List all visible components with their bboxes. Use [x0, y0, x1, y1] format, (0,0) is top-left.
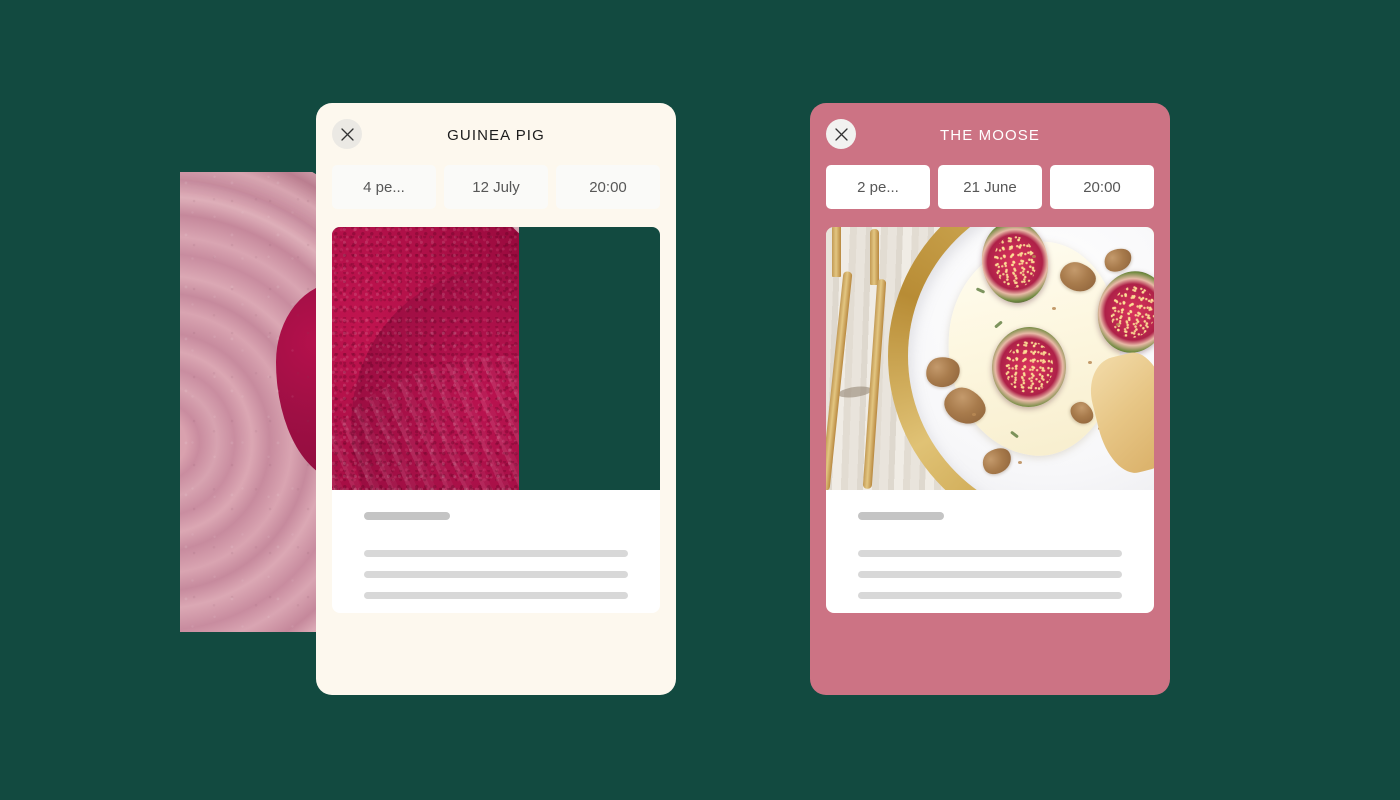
fig-seeds: [1003, 339, 1055, 395]
date-selector[interactable]: 21 June: [938, 165, 1042, 209]
skeleton-line: [858, 592, 1122, 599]
content-skeleton: [332, 490, 660, 613]
party-size-selector[interactable]: 4 pe...: [332, 165, 436, 209]
page-title: THE MOOSE: [940, 127, 1040, 144]
fig-cheese-photo: [826, 227, 1154, 490]
walnut-crumb: [1052, 307, 1056, 310]
reservation-filters: 4 pe... 12 July 20:00: [316, 165, 676, 209]
booking-card-the-moose: THE MOOSE 2 pe... 21 June 20:00: [810, 103, 1170, 695]
time-selector[interactable]: 20:00: [556, 165, 660, 209]
date-selector[interactable]: 12 July: [444, 165, 548, 209]
hero-image: [826, 227, 1154, 490]
app-canvas: GUINEA PIG 4 pe... 12 July 20:00 THE MOO…: [0, 0, 1400, 800]
page-title: GUINEA PIG: [447, 127, 545, 144]
time-selector[interactable]: 20:00: [1050, 165, 1154, 209]
skeleton-line: [364, 571, 628, 578]
fig-seeds: [990, 233, 1040, 291]
restaurant-content-panel: [332, 227, 660, 613]
fig-seeds: [1105, 281, 1154, 343]
beet-photo: [332, 227, 519, 490]
walnut-crumb: [1116, 323, 1120, 326]
skeleton-title-bar: [858, 512, 944, 520]
walnut-crumb: [972, 413, 976, 416]
fork-right: [870, 229, 879, 285]
restaurant-content-panel: [826, 227, 1154, 613]
skeleton-line: [858, 571, 1122, 578]
booking-card-guinea-pig: GUINEA PIG 4 pe... 12 July 20:00: [316, 103, 676, 695]
fork-left: [832, 227, 841, 277]
skeleton-title-bar: [364, 512, 450, 520]
walnut-crumb: [1032, 255, 1036, 258]
reservation-filters: 2 pe... 21 June 20:00: [810, 165, 1170, 209]
skeleton-line: [364, 592, 628, 599]
photo-texture: [332, 227, 519, 490]
hero-image-loading: [332, 227, 519, 490]
hero-image-placeholder: [332, 227, 660, 490]
skeleton-line: [858, 550, 1122, 557]
card-header: GUINEA PIG: [316, 103, 676, 165]
party-size-selector[interactable]: 2 pe...: [826, 165, 930, 209]
skeleton-line: [364, 550, 628, 557]
card-header: THE MOOSE: [810, 103, 1170, 165]
walnut-crumb: [1088, 361, 1092, 364]
walnut-crumb: [1018, 461, 1022, 464]
content-skeleton: [826, 490, 1154, 613]
